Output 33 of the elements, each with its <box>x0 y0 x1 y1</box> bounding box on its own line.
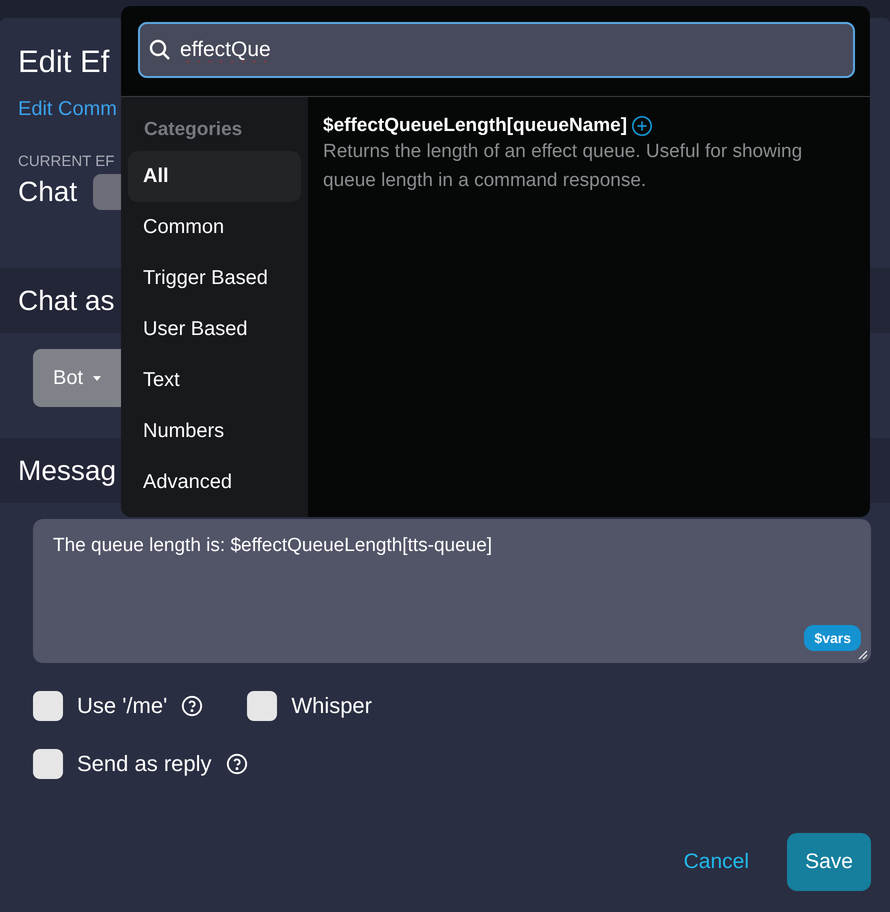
resize-handle-icon[interactable] <box>858 650 868 660</box>
dropdown-button[interactable]: Bot <box>33 349 121 407</box>
dialog-title: Edit Ef <box>18 44 110 80</box>
add-icon[interactable] <box>631 115 654 137</box>
section-heading: Messag <box>18 454 116 486</box>
checkbox-label: Send as reply <box>77 751 212 777</box>
category-item[interactable]: All <box>128 151 301 202</box>
category-item[interactable]: Numbers <box>128 406 301 457</box>
variable-description: Returns the length of an effect queue. Useful for showing queue length in a command response. <box>323 140 804 193</box>
breadcrumb-link[interactable]: Edit Comm <box>18 98 117 121</box>
section-label: CURRENT EF <box>18 153 114 170</box>
section-heading: Chat as <box>18 284 114 316</box>
categories-heading: Categories <box>143 119 244 142</box>
checkbox[interactable] <box>33 691 63 721</box>
category-item[interactable]: Text <box>128 355 301 406</box>
variable-name[interactable]: $effectQueueLength[queueName] <box>323 115 628 137</box>
category-item[interactable]: Common <box>128 202 301 253</box>
cancel-button[interactable]: Cancel <box>678 849 755 875</box>
search-field[interactable]: effectQue <box>138 22 855 78</box>
category-item[interactable]: User Based <box>128 304 301 355</box>
category-item[interactable]: Advanced <box>128 457 301 508</box>
category-item[interactable]: Trigger Based <box>128 253 301 304</box>
save-button[interactable]: Save <box>787 833 871 891</box>
search-icon <box>148 38 172 62</box>
help-icon[interactable] <box>226 753 248 775</box>
checkbox-label: Use '/me' <box>77 693 168 719</box>
help-icon[interactable] <box>181 695 204 717</box>
checkbox[interactable] <box>33 749 63 779</box>
checkbox[interactable] <box>247 691 278 721</box>
message-field[interactable]: The queue length is: $effectQueueLength[tts-queue] $vars <box>33 519 871 663</box>
effect-name: Chat <box>18 176 78 208</box>
checkbox-label: Whisper <box>291 693 372 719</box>
caret-icon <box>93 374 101 382</box>
